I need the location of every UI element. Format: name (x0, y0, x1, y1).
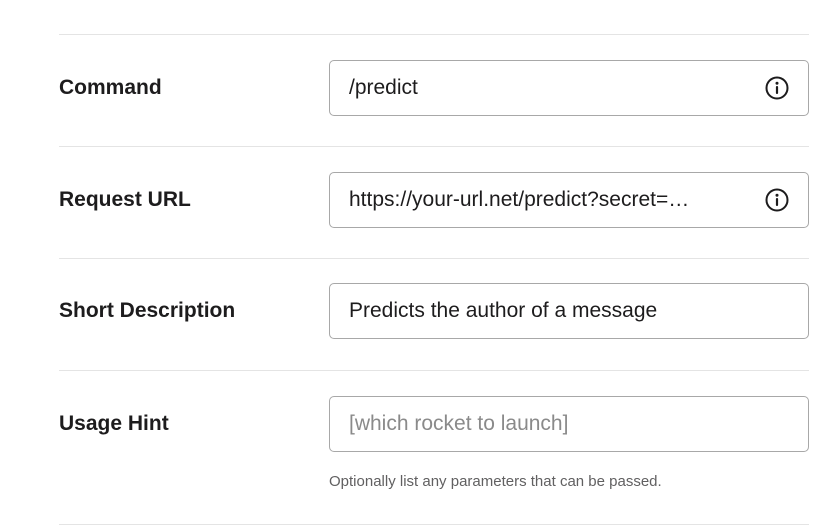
short-description-label: Short Description (59, 299, 236, 322)
usage-hint-field (329, 396, 809, 452)
command-input[interactable] (330, 61, 808, 115)
command-field-col (329, 60, 809, 116)
usage-hint-row: Usage Hint Optionally list any parameter… (59, 371, 809, 524)
command-field (329, 60, 809, 116)
request-url-field (329, 172, 809, 228)
short-description-field-col (329, 283, 809, 339)
command-info-icon[interactable] (764, 75, 790, 101)
usage-hint-label: Usage Hint (59, 412, 169, 435)
short-description-row: Short Description (59, 259, 809, 370)
short-description-input[interactable] (330, 284, 808, 338)
usage-hint-input[interactable] (330, 397, 808, 451)
divider (59, 524, 809, 525)
request-url-info-icon[interactable] (764, 187, 790, 213)
slash-command-form: Command Request URL (59, 34, 809, 525)
request-url-row: Request URL (59, 147, 809, 258)
request-url-label: Request URL (59, 188, 191, 211)
command-label: Command (59, 76, 162, 99)
request-url-input[interactable] (330, 173, 808, 227)
short-description-field (329, 283, 809, 339)
request-url-field-col (329, 172, 809, 228)
command-row: Command (59, 35, 809, 146)
usage-hint-help-text: Optionally list any parameters that can … (329, 473, 662, 490)
usage-hint-field-col: Optionally list any parameters that can … (329, 396, 809, 491)
